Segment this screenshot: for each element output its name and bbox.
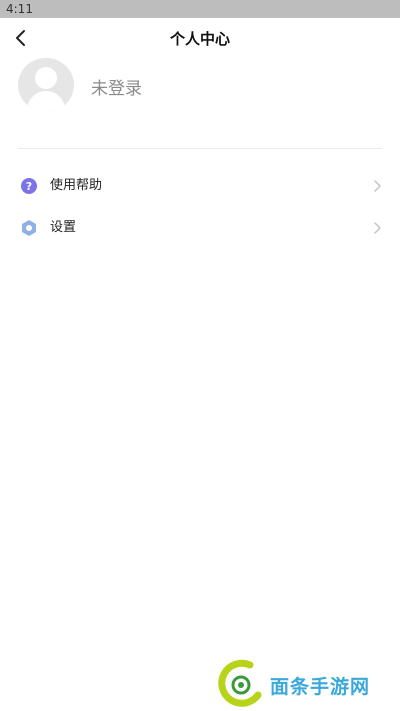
profile-section: 未登录 [0, 58, 400, 118]
watermark-text: 面条手游网 [270, 676, 371, 698]
back-button[interactable] [10, 26, 34, 50]
chevron-right-icon [374, 180, 381, 192]
help-icon: ? [21, 178, 37, 194]
menu-item-settings[interactable]: 设置 [0, 208, 400, 250]
chevron-left-icon [16, 30, 25, 46]
settings-icon [22, 220, 36, 236]
divider [18, 148, 382, 149]
svg-text:?: ? [26, 180, 32, 193]
menu-item-settings-label: 设置 [50, 220, 77, 235]
watermark-logo-icon [218, 659, 262, 707]
status-bar: 4:11 [0, 0, 400, 18]
login-status-label[interactable]: 未登录 [91, 74, 142, 99]
page-title: 个人中心 [169, 30, 230, 48]
default-avatar-icon [26, 67, 66, 112]
menu-item-help[interactable]: ? 使用帮助 [0, 166, 400, 208]
avatar[interactable] [18, 58, 74, 112]
header-bar: 个人中心 [0, 18, 400, 60]
menu-item-help-label: 使用帮助 [50, 178, 103, 193]
status-time: 4:11 [6, 2, 33, 16]
chevron-right-icon [374, 222, 381, 234]
watermark: 面条手游网 [218, 659, 388, 709]
